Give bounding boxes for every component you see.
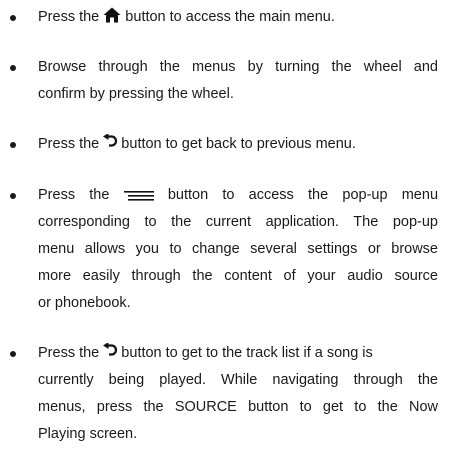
- text-line: Press the button to access the pop-up me…: [38, 182, 438, 209]
- home-icon: [103, 7, 121, 23]
- list-item-text: Press the button to access the main menu…: [38, 4, 438, 31]
- text-fragment: button to access the main menu.: [121, 9, 335, 25]
- back-arrow-icon: [103, 134, 118, 150]
- bullet-icon: [10, 65, 16, 71]
- text-line: Playing screen.: [38, 426, 138, 442]
- text-line: confirm by pressing the wheel.: [38, 86, 234, 102]
- text-line: menus, press the SOURCE button to get to…: [38, 399, 438, 415]
- text-line: Press the button to get to the track lis…: [38, 340, 438, 367]
- text-line: menu allows you to change several settin…: [38, 241, 438, 257]
- text-line: Press the button to access the main menu…: [38, 4, 438, 31]
- text-line: corresponding to the current application…: [38, 214, 438, 230]
- list-item-text: Press the button to get back to previous…: [38, 131, 438, 158]
- text-line: Browse through the menus by turning the …: [38, 59, 438, 75]
- text-fragment: button to access the pop-up menu: [167, 187, 439, 203]
- text-line: Press the button to get back to previous…: [38, 131, 438, 158]
- bullet-icon: [10, 15, 16, 21]
- text-fragment: button to get to the track list if a son…: [117, 345, 373, 361]
- text-fragment: Press the: [38, 187, 124, 203]
- text-fragment: Press the: [38, 9, 104, 25]
- list-item-text: Press the button to access the pop-up me…: [38, 182, 438, 317]
- back-arrow-icon: [103, 343, 118, 359]
- list-item-text: Press the button to get to the track lis…: [38, 340, 438, 448]
- text-fragment: Press the: [38, 136, 104, 152]
- bullet-icon: [10, 193, 16, 199]
- bullet-icon: [10, 351, 16, 357]
- text-line: or phonebook.: [38, 295, 131, 311]
- instruction-list: Press the button to access the main menu…: [0, 0, 453, 455]
- bullet-icon: [10, 142, 16, 148]
- menu-lines-icon: [123, 191, 154, 201]
- text-fragment: Press the: [38, 345, 104, 361]
- list-item-text: Browse through the menus by turning the …: [38, 54, 438, 108]
- text-fragment: button to get back to previous menu.: [117, 136, 356, 152]
- text-line: currently being played. While navigating…: [38, 372, 438, 388]
- text-line: more easily through the content of your …: [38, 268, 438, 284]
